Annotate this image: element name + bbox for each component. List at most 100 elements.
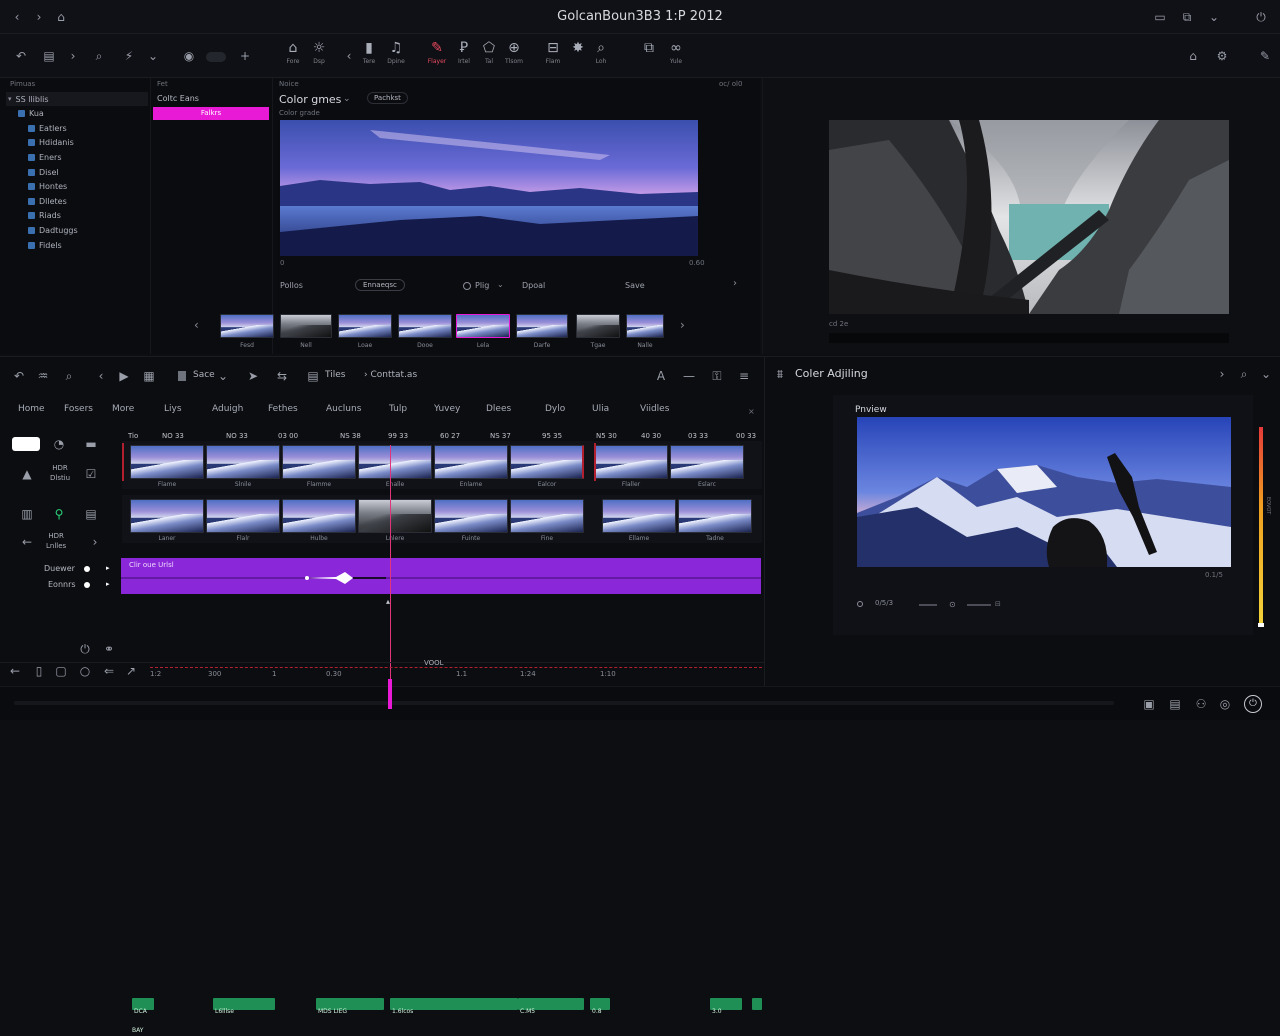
timeline-clip[interactable]: [434, 499, 508, 533]
plus-icon[interactable]: +: [236, 47, 254, 65]
tree-item[interactable]: Disel: [28, 165, 59, 179]
horizontal-scrollbar[interactable]: [14, 701, 1114, 705]
tool-effects[interactable]: ☼ Dsp: [303, 38, 335, 74]
chevron-left-icon[interactable]: ‹: [92, 367, 110, 385]
menu-icon[interactable]: ≡: [735, 367, 753, 385]
chevron-right-icon[interactable]: ›: [86, 533, 104, 551]
chevron-down-icon[interactable]: ⌄: [214, 367, 232, 385]
cursor-icon[interactable]: ↗: [122, 662, 140, 680]
swap-icon[interactable]: ⇆: [273, 367, 291, 385]
timeline-clip[interactable]: [510, 499, 584, 533]
home-icon[interactable]: ⌂: [52, 8, 70, 26]
person-icon[interactable]: ⚇: [1192, 695, 1210, 713]
timeline-menu-item[interactable]: Tulp: [389, 404, 407, 414]
timeline-clip[interactable]: [434, 445, 508, 479]
green-clip[interactable]: L6lllse: [213, 998, 275, 1015]
audio-solo-dot[interactable]: [84, 582, 90, 588]
arrow-left-icon[interactable]: ←: [18, 533, 36, 551]
back-icon[interactable]: ‹: [8, 8, 26, 26]
cloud-icon[interactable]: [12, 437, 40, 451]
hdr-toggle[interactable]: HDR Dlstiu: [50, 463, 70, 483]
contract-label[interactable]: › Conttat.as: [364, 370, 417, 380]
reset-icon[interactable]: ⊙: [949, 600, 956, 609]
audio-wave-icon[interactable]: ♒: [34, 367, 52, 385]
audio-clip[interactable]: Clir oue Urlsl: [121, 558, 761, 594]
power-icon[interactable]: ⏻: [1252, 8, 1270, 26]
green-clip[interactable]: [752, 998, 762, 1010]
preview-image[interactable]: [857, 417, 1231, 567]
chevron-right-icon[interactable]: ›: [64, 47, 82, 65]
timeline-menu-item[interactable]: Ulia: [592, 404, 609, 414]
tree-item[interactable]: Riads: [28, 209, 61, 223]
filmstrip-thumb[interactable]: [338, 314, 392, 338]
tree-item[interactable]: ▾ SS lliblis: [8, 92, 49, 106]
circle-icon[interactable]: ○: [76, 662, 94, 680]
tool-search[interactable]: ⌕ Loh: [585, 38, 617, 74]
bin-selected-item[interactable]: Falkrs: [153, 107, 269, 120]
timeline-menu-item[interactable]: Yuvey: [434, 404, 460, 414]
timeline-clip[interactable]: [130, 499, 204, 533]
wand-icon[interactable]: ⚡: [120, 47, 138, 65]
tool-globe[interactable]: ⊕ Tlsom: [498, 38, 530, 74]
minus-icon[interactable]: —: [680, 367, 698, 385]
filmstrip-thumb[interactable]: [576, 314, 620, 338]
timeline-menu-item[interactable]: Aduigh: [212, 404, 243, 414]
chevron-right-icon[interactable]: ▸: [106, 564, 110, 572]
slider-2[interactable]: [967, 604, 991, 606]
timeline-clip[interactable]: [282, 499, 356, 533]
timeline-clip[interactable]: [602, 499, 676, 533]
chevron-right-icon[interactable]: ›: [733, 278, 737, 289]
timeline-clip[interactable]: [358, 445, 432, 479]
eye-icon[interactable]: ◉: [180, 47, 198, 65]
toggle-switch[interactable]: [206, 52, 226, 62]
undo-icon[interactable]: ↶: [10, 367, 28, 385]
timeline-menu-item[interactable]: Fethes: [268, 404, 298, 414]
filter-icon[interactable]: ⩩: [771, 365, 789, 383]
cursor-icon[interactable]: ➤: [244, 367, 262, 385]
timeline-menu-item[interactable]: Fosers: [64, 404, 93, 414]
gear-icon[interactable]: ⚙: [1213, 47, 1231, 65]
playhead-handle[interactable]: [388, 679, 392, 709]
clip-in-marker[interactable]: [122, 443, 124, 481]
grade-preview-image[interactable]: [280, 120, 698, 256]
chevron-down-icon[interactable]: ⌄: [1205, 8, 1223, 26]
search-icon[interactable]: ⌕: [1235, 365, 1253, 383]
square-icon[interactable]: ▢: [52, 662, 70, 680]
grade-pill-button[interactable]: Ennaeqsc: [355, 279, 405, 291]
clipboard-icon[interactable]: ▤: [40, 47, 58, 65]
timeline-menu-item[interactable]: More: [112, 404, 134, 414]
filmstrip-thumb[interactable]: [456, 314, 510, 338]
triangle-icon[interactable]: ▲: [18, 465, 36, 483]
columns-icon[interactable]: ▥: [18, 505, 36, 523]
tool-audio[interactable]: ♫ Dpine: [380, 38, 412, 74]
tree-item[interactable]: Dadtuggs: [28, 223, 78, 237]
tiles-icon[interactable]: ▤: [304, 367, 322, 385]
timeline-clip[interactable]: [130, 445, 204, 479]
timeline-clip[interactable]: [594, 445, 668, 479]
tree-item[interactable]: Dlletes: [28, 194, 67, 208]
audio-mute-dot[interactable]: [84, 566, 90, 572]
preset-button[interactable]: Pachkst: [367, 92, 408, 104]
radio-button[interactable]: [857, 601, 863, 607]
tree-item[interactable]: Fidels: [28, 238, 62, 252]
slider-1[interactable]: [919, 604, 937, 606]
filmstrip-thumb[interactable]: [516, 314, 568, 338]
chevron-right-icon[interactable]: ›: [680, 318, 685, 332]
filmstrip-thumb[interactable]: [220, 314, 274, 338]
printer-icon[interactable]: ▤: [1166, 695, 1184, 713]
green-clip[interactable]: 0.8: [590, 998, 610, 1015]
save-icon[interactable]: ▣: [1140, 695, 1158, 713]
green-clip[interactable]: 1.6lcos: [390, 998, 518, 1015]
play-icon[interactable]: ▶: [115, 367, 133, 385]
green-clip[interactable]: C.M5: [518, 998, 584, 1015]
save-label[interactable]: Save: [625, 281, 645, 290]
compass-icon[interactable]: ◎: [1216, 695, 1234, 713]
chevron-down-icon[interactable]: ⌄: [144, 47, 162, 65]
reference-image[interactable]: [829, 120, 1229, 314]
trash-icon[interactable]: ▯: [30, 662, 48, 680]
timeline-clip[interactable]: [206, 445, 280, 479]
arrow-left-icon[interactable]: ←: [6, 662, 24, 680]
timeline-menu-item[interactable]: Home: [18, 404, 45, 414]
tree-item[interactable]: Hontes: [28, 180, 67, 194]
timeline-menu-item[interactable]: Aucluns: [326, 404, 361, 414]
